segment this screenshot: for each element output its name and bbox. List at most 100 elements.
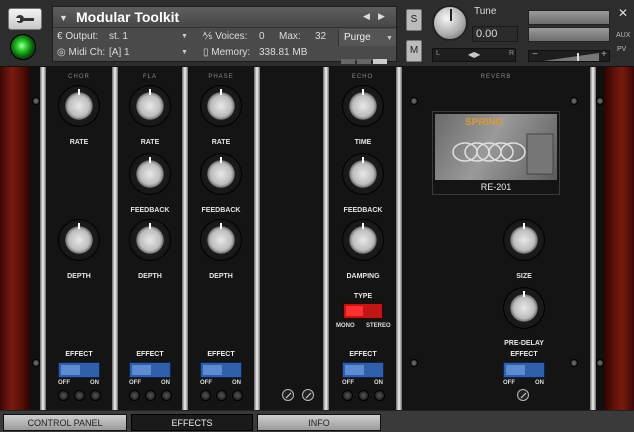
purge-meter [341,51,393,64]
echo-module: ECHO TIME FEEDBACK DAMPING TYPE MONO STE… [329,67,396,410]
reverb-effect-toggle[interactable] [503,362,545,378]
tab-control-panel[interactable]: CONTROL PANEL [3,414,127,431]
flanger-rate-knob[interactable] [129,85,171,127]
phaser-depth-knob[interactable] [200,219,242,261]
output-jack-icon[interactable] [358,390,369,401]
phaser-feedback-knob[interactable] [200,153,242,195]
echo-damping-knob[interactable] [342,219,384,261]
knob-label: DEPTH [209,273,233,280]
on-label: ON [535,380,544,386]
purge-dropdown-icon: ▼ [386,35,393,42]
tune-value[interactable]: 0.00 [472,26,518,42]
knob-label: DAMPING [346,273,380,280]
echo-feedback-knob[interactable] [342,153,384,195]
reverb-size-knob[interactable] [503,219,545,261]
output-jack-icon[interactable] [74,390,85,401]
pan-left-label: L [436,50,440,57]
midi-icon: ◎ [57,47,69,58]
chorus-depth-knob[interactable] [58,219,100,261]
phaser-module: PHASE RATE FEEDBACK DEPTH EFFECT OFF ON [188,67,254,410]
link-icon[interactable] [517,389,529,401]
tab-effects[interactable]: EFFECTS [131,414,253,431]
purge-label: Purge [344,32,371,43]
on-label: ON [232,380,241,386]
effect-label: EFFECT [349,351,377,358]
previous-instrument-icon[interactable]: ◀ [363,11,370,22]
wood-side-panel-right [604,67,634,410]
power-led-icon[interactable] [10,34,36,60]
echo-effect-toggle[interactable] [342,362,384,378]
output-jack-icon[interactable] [145,390,156,401]
knob-label: FEEDBACK [343,207,383,214]
screw-icon [596,359,604,367]
collapse-arrow-icon[interactable]: ▼ [59,13,68,23]
wrench-icon [16,15,34,23]
knob-label: TIME [354,139,372,146]
phaser-rate-knob[interactable] [200,85,242,127]
module-title: CHOR [68,74,90,80]
link-icon[interactable] [302,389,314,401]
flanger-effect-toggle[interactable] [129,362,171,378]
tune-label: Tune [474,6,497,17]
pan-handle-icon[interactable]: ◀▶ [468,50,480,59]
midi-row: ◎ Midi Ch: [57,45,105,61]
pan-slider[interactable]: L ◀▶ R [432,48,516,62]
spring-reverb-image: SPRING [435,114,557,180]
module-title: ECHO [351,74,374,80]
voices-row: ⅍ Voices: [203,29,247,45]
knob-label: SIZE [516,273,532,280]
midi-channel-select[interactable]: [A] 1 ▼ [109,45,189,61]
voices-value: 0 [259,31,265,42]
flanger-feedback-knob[interactable] [129,153,171,195]
purge-button[interactable]: Purge ▼ [338,29,396,46]
close-icon[interactable]: ✕ [618,6,628,20]
off-label: OFF [200,380,212,386]
pv-button[interactable]: PV [617,46,626,53]
instrument-edit-button[interactable] [8,8,42,30]
module-title: FLA [142,74,157,80]
chorus-rate-knob[interactable] [58,85,100,127]
effect-label: EFFECT [207,351,235,358]
volume-ramp-icon [543,53,599,61]
solo-button[interactable]: S [406,9,422,31]
instrument-name[interactable]: Modular Toolkit [76,9,179,25]
link-icon[interactable] [282,389,294,401]
aux-button[interactable]: AUX [616,32,630,39]
knob-label: RATE [211,139,231,146]
flanger-depth-knob[interactable] [129,219,171,261]
output-jack-icon[interactable] [374,390,385,401]
tab-info[interactable]: INFO [257,414,381,431]
input-jack-icon[interactable] [200,390,211,401]
output-jack-icon[interactable] [161,390,172,401]
knob-label: DEPTH [138,273,162,280]
echo-type-switch[interactable] [343,303,383,319]
input-jack-icon[interactable] [342,390,353,401]
on-label: ON [161,380,170,386]
module-title: REVERB [480,74,512,80]
output-jack-icon[interactable] [232,390,243,401]
reverb-type-display[interactable]: SPRING RE-201 [432,111,560,195]
flanger-module: FLA RATE FEEDBACK DEPTH EFFECT OFF ON [118,67,182,410]
screw-icon [410,359,418,367]
knob-label: FEEDBACK [130,207,170,214]
next-instrument-icon[interactable]: ▶ [378,11,385,22]
output-select[interactable]: st. 1 ▼ [109,29,189,45]
echo-time-knob[interactable] [342,85,384,127]
reverb-predelay-knob[interactable] [503,287,545,329]
phaser-effect-toggle[interactable] [200,362,242,378]
tune-knob[interactable] [432,5,468,41]
volume-slider[interactable]: − + [528,49,610,62]
output-jack-icon[interactable] [90,390,101,401]
input-jack-icon[interactable] [58,390,69,401]
chorus-effect-toggle[interactable] [58,362,100,378]
max-voices-value[interactable]: 32 [315,29,326,45]
mute-button[interactable]: M [406,40,422,62]
screw-icon [32,359,40,367]
on-label: ON [374,380,383,386]
screw-icon [410,97,418,105]
input-jack-icon[interactable] [129,390,140,401]
max-label: Max: [279,31,301,42]
off-label: OFF [342,380,354,386]
output-jack-icon[interactable] [216,390,227,401]
stereo-label: STEREO [366,323,391,329]
